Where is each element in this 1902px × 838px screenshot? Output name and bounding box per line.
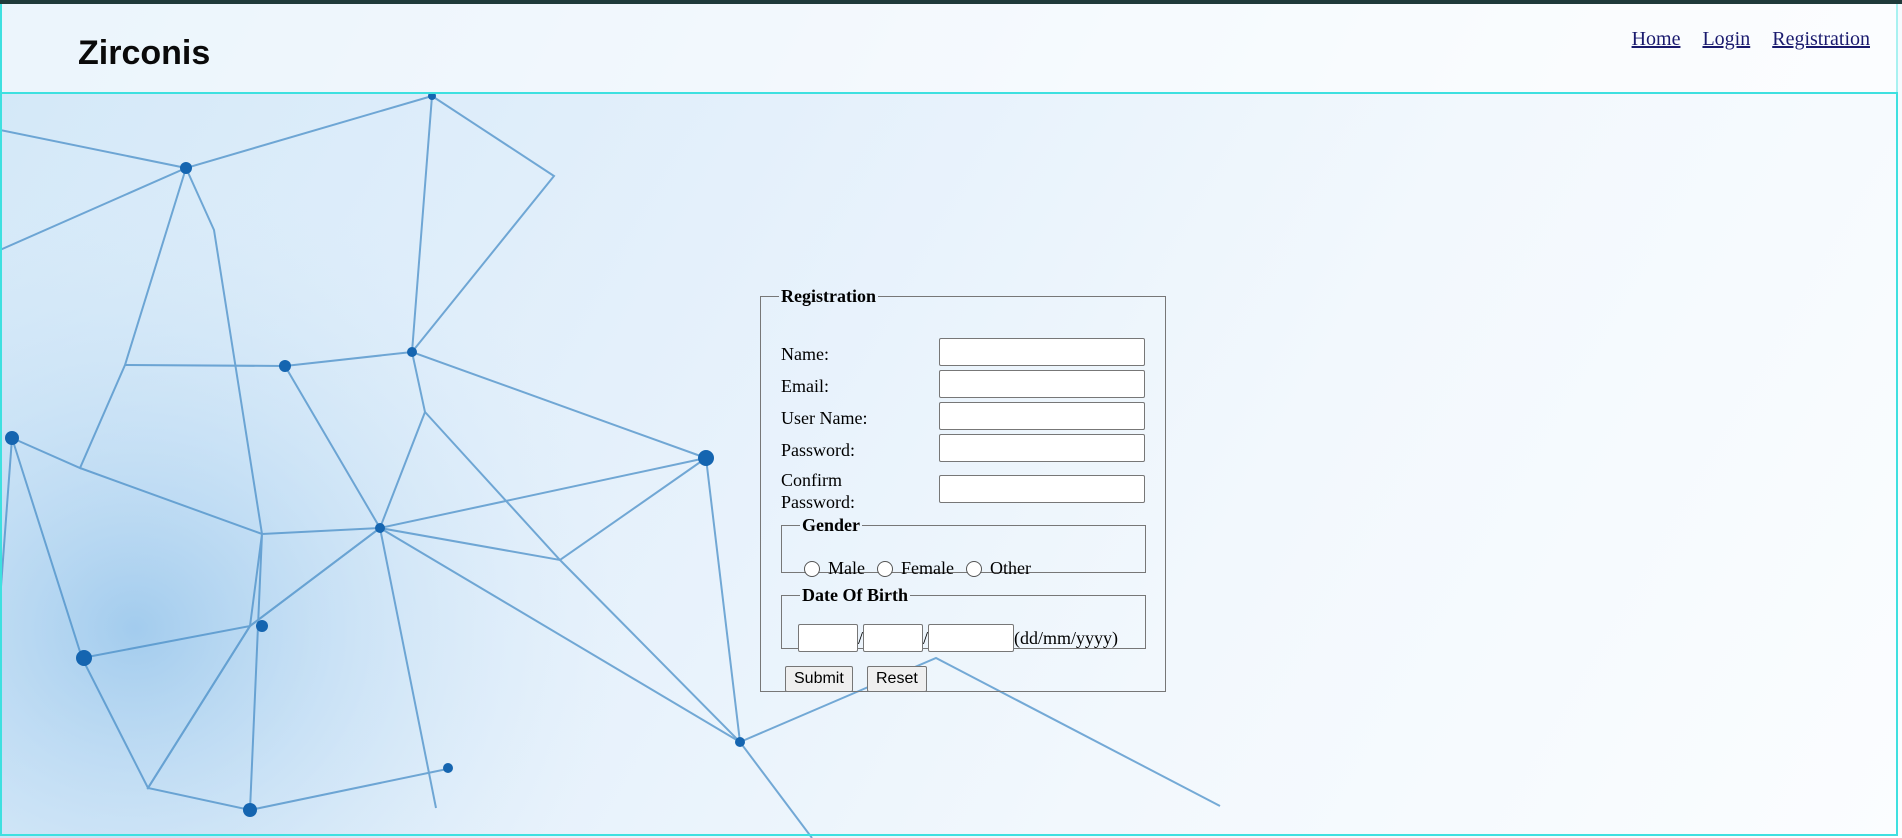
password-input[interactable] <box>939 434 1145 462</box>
dob-group: Date Of Birth / / (dd/mm/yyyy) <box>781 585 1146 652</box>
gender-options: Male Female Other <box>804 558 1043 579</box>
confirm-password-label-line1: Confirm <box>781 470 842 490</box>
submit-button[interactable]: Submit <box>785 666 853 692</box>
password-label: Password: <box>781 440 856 460</box>
site-logo: Zirconis <box>78 34 211 72</box>
registration-legend: Registration <box>781 286 876 306</box>
gender-male-label: Male <box>828 558 865 578</box>
reset-button[interactable]: Reset <box>867 666 927 692</box>
registration-form: Registration Name: Email: User Name: Pas… <box>760 286 1166 692</box>
gender-other-radio[interactable] <box>965 560 982 577</box>
dob-year-input[interactable] <box>928 624 1015 652</box>
dob-day-input[interactable] <box>798 624 858 652</box>
gender-male-radio[interactable] <box>804 560 820 577</box>
gender-legend: Gender <box>802 515 860 535</box>
dob-month-input[interactable] <box>863 624 924 652</box>
name-label: Name: <box>781 344 829 364</box>
site-header: Zirconis Home Login Registration <box>2 4 1898 94</box>
dob-legend: Date Of Birth <box>802 585 908 605</box>
confirm-password-label-line2: Password: <box>781 492 856 512</box>
confirm-password-label: Confirm Password: <box>781 469 855 513</box>
name-input[interactable] <box>939 338 1145 366</box>
email-input[interactable] <box>939 370 1145 398</box>
dob-format-hint: (dd/mm/yyyy) <box>1014 627 1119 648</box>
main-nav: Home Login Registration <box>1632 28 1870 51</box>
confirm-password-input[interactable] <box>939 475 1145 503</box>
gender-female-label: Female <box>900 558 954 578</box>
username-label: User Name: <box>781 408 868 428</box>
email-label: Email: <box>781 376 829 396</box>
nav-link-login[interactable]: Login <box>1702 28 1750 51</box>
nav-link-registration[interactable]: Registration <box>1772 28 1870 51</box>
gender-other-label: Other <box>989 558 1031 578</box>
dob-fields: / / (dd/mm/yyyy) <box>798 624 1118 652</box>
gender-female-radio[interactable] <box>876 560 893 577</box>
gender-group: Gender Male Female Other <box>781 515 1146 578</box>
username-input[interactable] <box>939 402 1145 430</box>
nav-link-home[interactable]: Home <box>1632 28 1681 51</box>
